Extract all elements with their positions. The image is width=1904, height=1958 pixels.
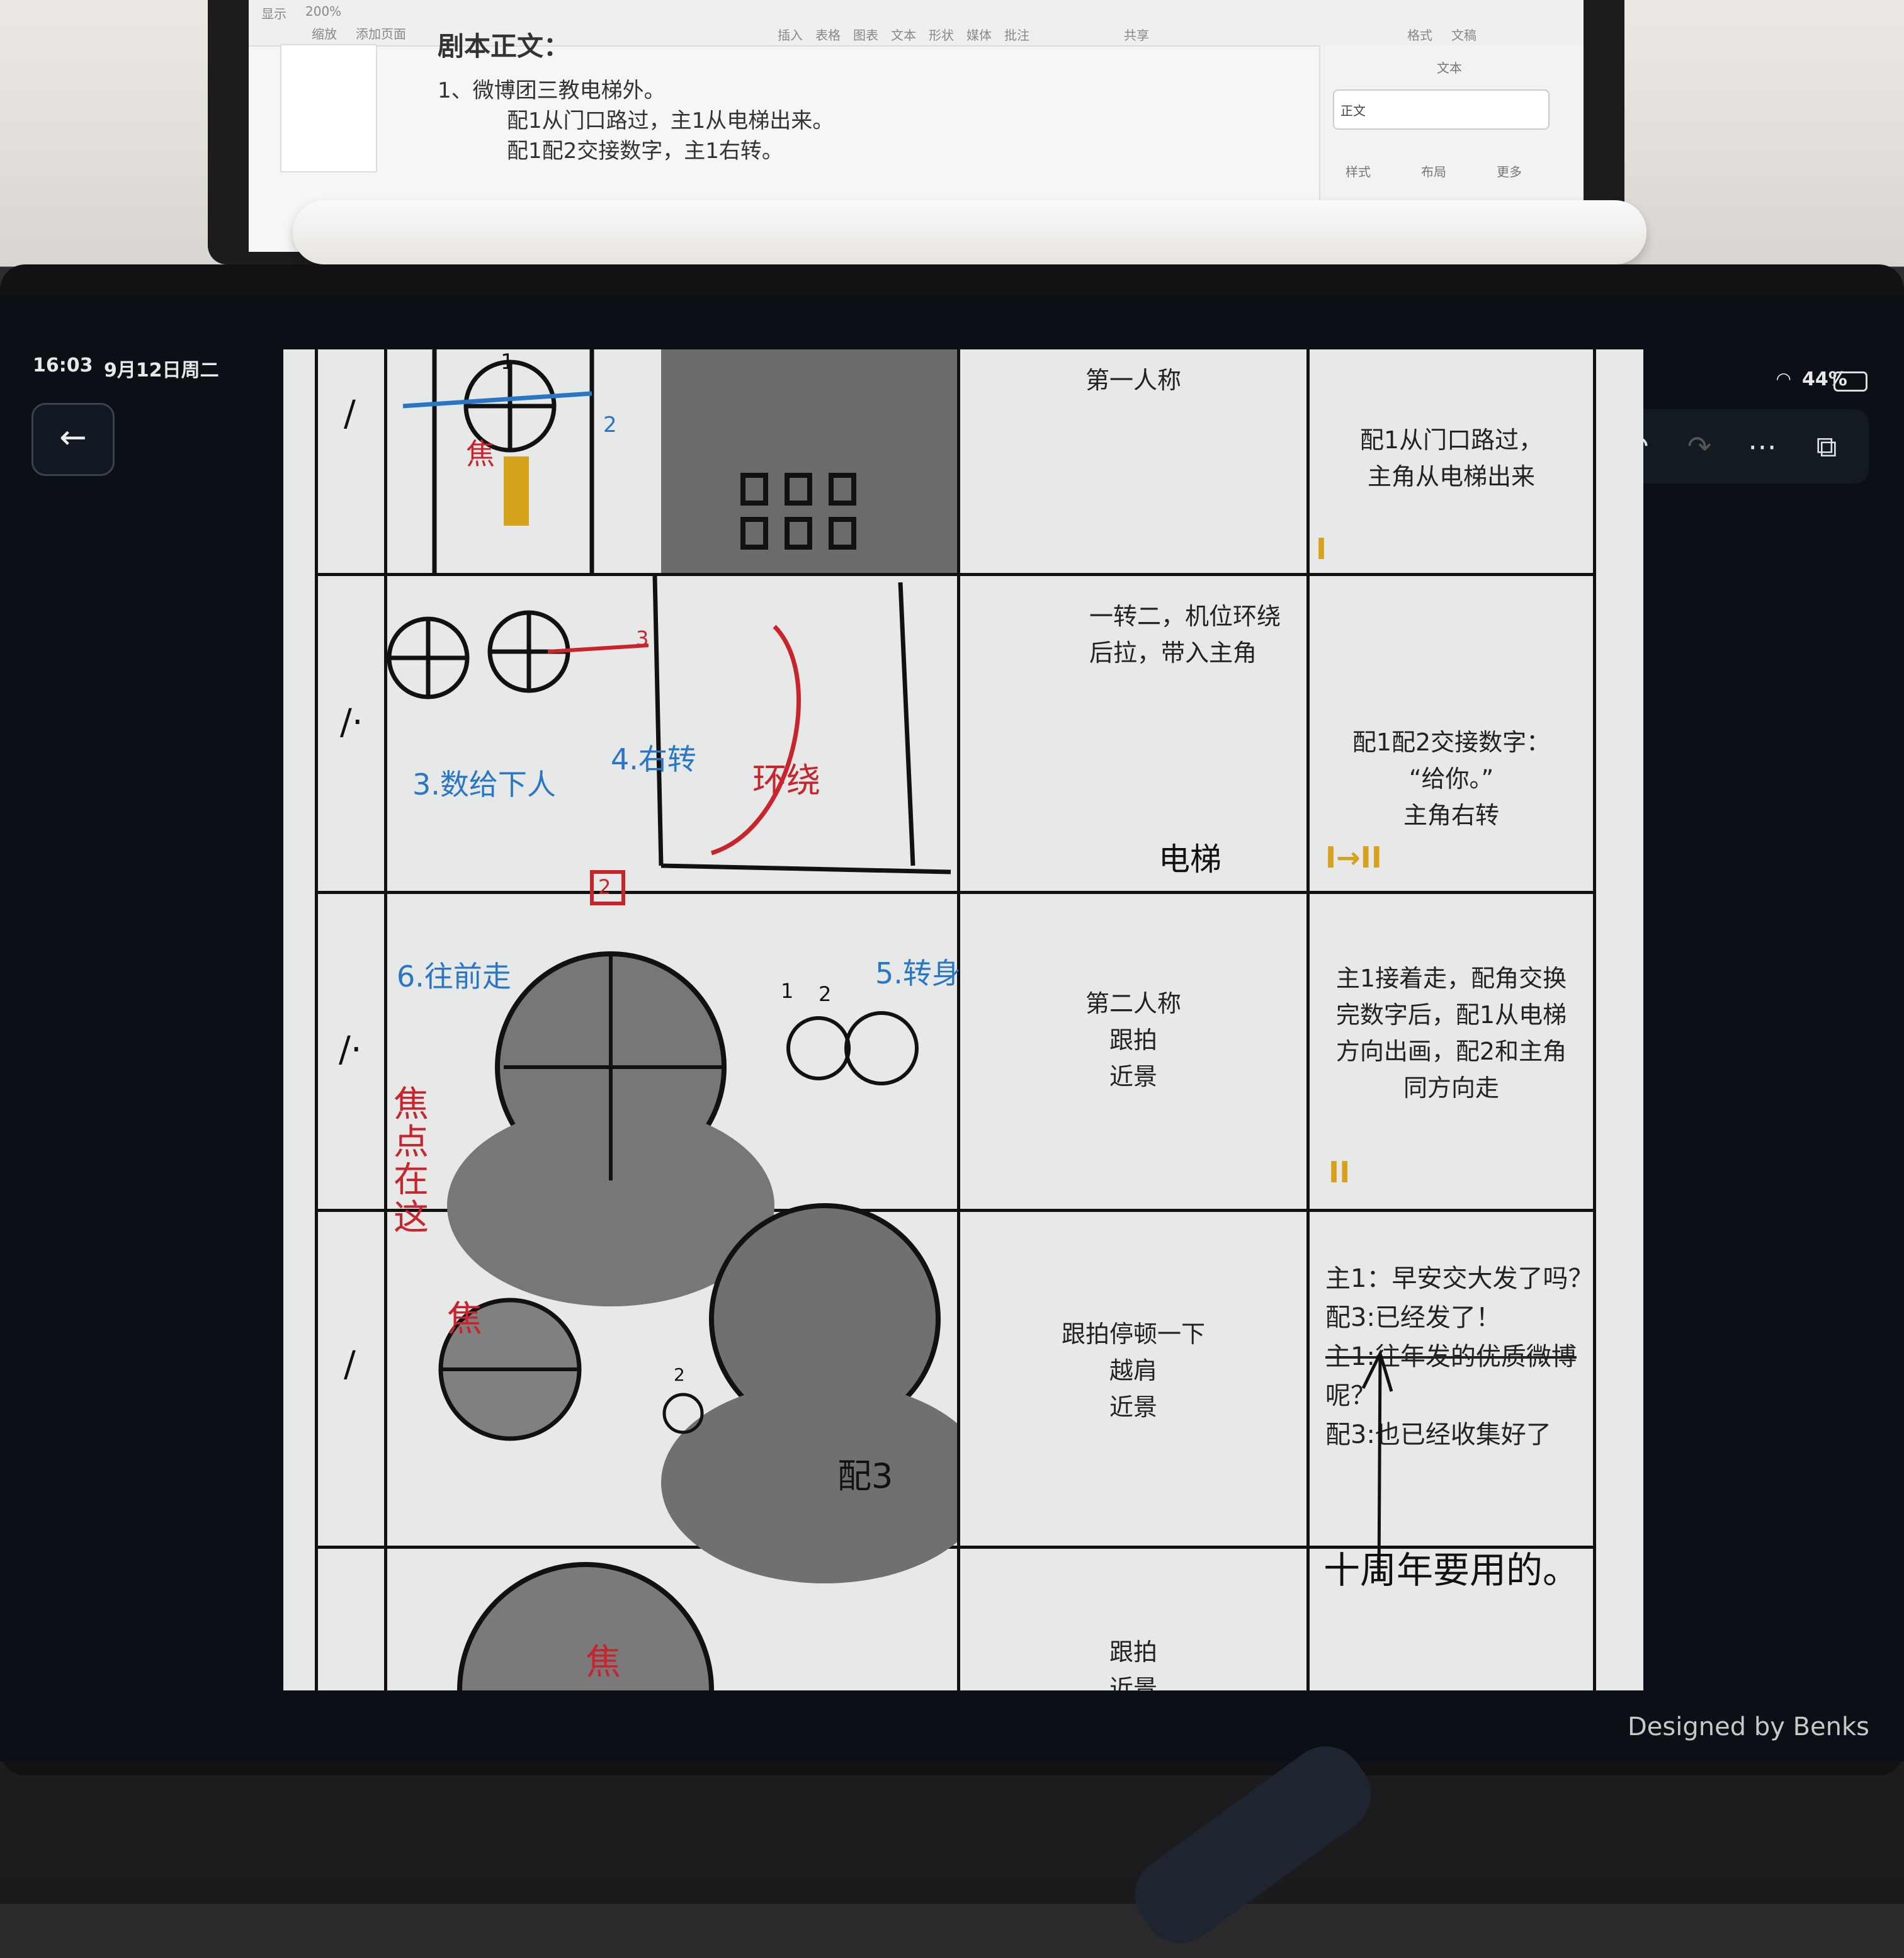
storyboard-page[interactable]: / /· /· / 焦 1 2 3.数给下人 4.右转 环绕 3 2 电梯 6.… bbox=[283, 349, 1643, 1690]
toolbar-label[interactable]: 共享 bbox=[1124, 25, 1149, 43]
toolbar-label[interactable]: 形状 bbox=[929, 25, 954, 43]
row-number-mark: /· bbox=[340, 702, 363, 743]
content-line: “给你。” bbox=[1408, 765, 1494, 793]
toolbar-label[interactable]: 格式 bbox=[1407, 25, 1432, 43]
tab-style[interactable]: 样式 bbox=[1346, 162, 1371, 180]
grid-line bbox=[957, 349, 960, 1690]
sketch-number: 3 bbox=[636, 626, 649, 650]
orbit-note: 环绕 bbox=[752, 761, 820, 800]
action-note: 5.转身 bbox=[875, 956, 961, 990]
action-note: 6.往前走 bbox=[397, 959, 511, 993]
insert-arrow bbox=[1361, 1349, 1393, 1581]
focus-note: 焦 bbox=[586, 1642, 621, 1683]
sidebar-header: 文本 bbox=[1437, 60, 1462, 76]
content-cell: 主1接着走，配角交换 完数字后，配1从电梯 方向出画，配2和主角 同方向走 bbox=[1310, 960, 1593, 1106]
sketch-number: 2 bbox=[674, 1364, 685, 1385]
elevator-note: 电梯 bbox=[1159, 841, 1221, 878]
camera-cell: 跟拍停顿一下 越肩 近景 bbox=[1061, 1320, 1205, 1421]
character-sketch bbox=[844, 1011, 919, 1085]
zoom-level[interactable]: 200% bbox=[305, 4, 341, 19]
row-number-mark: /· bbox=[339, 1029, 362, 1070]
row-number-mark: / bbox=[344, 1344, 356, 1385]
document-body: 剧本正文： 1、微博团三教电梯外。 配1从门口路过，主1从电梯出来。 配1配2交… bbox=[438, 31, 834, 166]
toolbar-label[interactable]: 批注 bbox=[1004, 25, 1029, 43]
toolbar-label[interactable]: 文稿 bbox=[1451, 25, 1476, 43]
sketch-number: 1 bbox=[501, 349, 514, 375]
focus-note: 焦 bbox=[466, 437, 495, 471]
content-line: 完数字后，配1从电梯 bbox=[1335, 1001, 1567, 1029]
sketch-number: 2 bbox=[598, 875, 611, 899]
marker-sketch bbox=[504, 456, 529, 526]
content-cell: 配1从门口路过， 主角从电梯出来 bbox=[1310, 422, 1593, 495]
doc-line: 1、微博团三教电梯外。 bbox=[438, 78, 666, 103]
wifi-icon: ◠ bbox=[1777, 368, 1791, 389]
action-note: 3.数给下人 bbox=[412, 767, 556, 801]
toolbar-label[interactable]: 图表 bbox=[853, 25, 878, 43]
doc-line: 配1从门口路过，主1从电梯出来。 bbox=[507, 108, 834, 133]
content-line: 方向出画，配2和主角 bbox=[1335, 1038, 1567, 1065]
toolbar-label[interactable]: 缩放 bbox=[312, 24, 337, 42]
focus-note: 焦点在这 bbox=[394, 1084, 429, 1238]
back-button[interactable]: ← bbox=[31, 403, 115, 476]
tab-layout[interactable]: 布局 bbox=[1421, 162, 1446, 180]
dialog-line: 主1：早安交大发了吗？ bbox=[1325, 1264, 1594, 1293]
character-sketch bbox=[786, 1016, 851, 1080]
toolbar-label[interactable]: 添加页面 bbox=[356, 24, 406, 42]
shot-mark: I bbox=[1316, 532, 1327, 566]
doc-title: 剧本正文： bbox=[438, 31, 570, 62]
shot-mark: I→II bbox=[1325, 840, 1382, 874]
content-cell: 十周年要用的。 bbox=[1323, 1549, 1579, 1592]
character-sketch bbox=[387, 575, 951, 874]
content-line: 配1配2交接数字： bbox=[1352, 728, 1551, 756]
battery-icon bbox=[1833, 371, 1867, 392]
content-line: 同方向走 bbox=[1403, 1074, 1499, 1102]
doc-line: 配1配2交接数字，主1右转。 bbox=[507, 139, 783, 164]
toolbar-label[interactable]: 媒体 bbox=[966, 25, 992, 43]
camera-cell: 一转二，机位环绕 后拉，带入主角 bbox=[1089, 603, 1281, 667]
sketch-number: 1 bbox=[781, 979, 794, 1003]
arrow-left-icon: ← bbox=[59, 419, 87, 456]
character-label: 配3 bbox=[837, 1456, 893, 1496]
row-number-mark: / bbox=[344, 393, 356, 434]
redo-icon[interactable]: ↷ bbox=[1679, 426, 1720, 467]
over-shoulder-body bbox=[661, 1382, 957, 1583]
camera-cell: 跟拍 近景 bbox=[1109, 1638, 1157, 1690]
apple-pencil bbox=[293, 200, 1646, 264]
character-sketch bbox=[662, 1393, 704, 1434]
focus-note: 焦 bbox=[447, 1299, 482, 1340]
grid-line bbox=[315, 349, 318, 1690]
actions-toolbar: ↶ ↷ ⋯ ⧉ bbox=[1604, 409, 1869, 484]
sketch-number: 2 bbox=[603, 412, 617, 438]
camera-cell: 第一人称 bbox=[1085, 366, 1181, 394]
action-note: 4.右转 bbox=[611, 742, 696, 776]
status-time: 16:03 bbox=[33, 354, 93, 376]
orbit-arrow bbox=[710, 625, 801, 856]
sketch-number: 2 bbox=[819, 982, 832, 1006]
tab-more[interactable]: 更多 bbox=[1497, 162, 1522, 180]
grid-line bbox=[1593, 349, 1596, 1690]
toolbar-label[interactable]: 文本 bbox=[891, 25, 916, 43]
content-line: 主角从电梯出来 bbox=[1367, 463, 1535, 490]
camera-cell: 第二人称 跟拍 近景 bbox=[1085, 990, 1181, 1090]
dialog-line: 配3:已经发了！ bbox=[1325, 1303, 1501, 1332]
pages-icon[interactable]: ⧉ bbox=[1806, 426, 1847, 467]
content-line: 主1接着走，配角交换 bbox=[1335, 965, 1567, 992]
content-line: 配1从门口路过， bbox=[1359, 426, 1543, 454]
shot-mark: II bbox=[1329, 1155, 1351, 1189]
toolbar-label[interactable]: 显示 bbox=[261, 4, 286, 22]
paragraph-style-select[interactable]: 正文 bbox=[1333, 89, 1550, 130]
brand-label: Designed by Benks bbox=[1628, 1712, 1870, 1741]
content-cell: 配1配2交接数字： “给你。” 主角右转 bbox=[1310, 724, 1593, 834]
more-icon[interactable]: ⋯ bbox=[1742, 426, 1783, 467]
page-thumbnail[interactable] bbox=[280, 44, 377, 173]
status-date: 9月12日周二 bbox=[104, 359, 219, 382]
sightline-sketch bbox=[547, 643, 649, 654]
content-line: 主角右转 bbox=[1403, 801, 1499, 829]
